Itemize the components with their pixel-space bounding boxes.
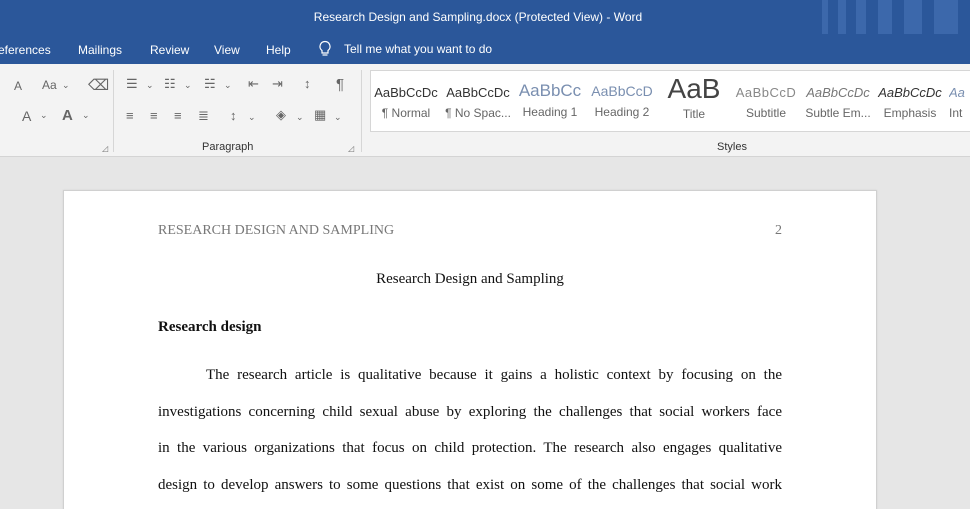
chevron-down-icon[interactable]: ⌄	[62, 80, 70, 91]
clear-formatting-icon[interactable]: ⌫	[88, 76, 109, 94]
lightbulb-icon	[319, 40, 331, 56]
ribbon: A Aa ⌄ ⌫ A ⌄ A ⌄ ◿ ☰ ⌄ ☷ ⌄ ☵ ⌄ ⇤ ⇥ ↕ ¶ ≡…	[0, 64, 970, 157]
document-page[interactable]: RESEARCH DESIGN AND SAMPLING 2 Research …	[63, 190, 877, 509]
justify-icon[interactable]: ≣	[198, 108, 209, 124]
numbering-icon[interactable]: ☷	[164, 76, 176, 92]
style-name: Int	[949, 106, 963, 120]
styles-gallery: AaBbCcDc ¶ Normal AaBbCcDc ¶ No Spac... …	[370, 70, 970, 132]
borders-icon[interactable]: ▦	[314, 107, 326, 123]
style-sample: AaB	[667, 75, 721, 104]
title-bar: Research Design and Sampling.docx (Prote…	[0, 0, 970, 34]
line-spacing-icon[interactable]: ↕	[230, 108, 237, 123]
style-subtle-emphasis[interactable]: AaBbCcDc Subtle Em...	[805, 75, 871, 129]
chevron-down-icon[interactable]: ⌄	[248, 112, 256, 123]
chevron-down-icon[interactable]: ⌄	[224, 80, 232, 91]
style-name: Heading 1	[522, 105, 578, 119]
style-name: Heading 2	[594, 105, 650, 119]
style-no-spacing[interactable]: AaBbCcDc ¶ No Spac...	[445, 75, 511, 129]
align-left-icon[interactable]: ≡	[126, 108, 134, 123]
style-title[interactable]: AaB Title	[661, 75, 727, 129]
group-separator	[113, 70, 114, 152]
body-line: design to develop answers to some questi…	[158, 477, 782, 493]
style-name: ¶ No Spac...	[445, 106, 511, 120]
style-name: Title	[682, 107, 706, 121]
document-area[interactable]: RESEARCH DESIGN AND SAMPLING 2 Research …	[0, 158, 970, 509]
chevron-down-icon[interactable]: ⌄	[296, 112, 304, 123]
chevron-down-icon[interactable]: ⌄	[82, 110, 90, 121]
style-name: ¶ Normal	[381, 106, 431, 120]
style-name: Emphasis	[883, 106, 937, 120]
tell-me-label: Tell me what you want to do	[344, 42, 493, 56]
body-line: investigations concerning child sexual a…	[158, 404, 782, 420]
style-sample: AaBbCcDc	[374, 85, 438, 100]
tab-view[interactable]: View	[214, 43, 240, 57]
styles-group-label: Styles	[717, 141, 747, 153]
tab-mailings[interactable]: Mailings	[78, 43, 122, 57]
style-normal[interactable]: AaBbCcDc ¶ Normal	[373, 75, 439, 129]
sort-icon[interactable]: ↕	[304, 76, 311, 91]
tell-me-search[interactable]: Tell me what you want to do	[318, 40, 492, 58]
show-marks-icon[interactable]: ¶	[336, 76, 344, 93]
style-sample: AaBbCcDc	[878, 85, 942, 100]
shrink-font-button[interactable]: A	[14, 79, 22, 93]
style-name: Subtle Em...	[805, 106, 871, 120]
paragraph-group-label: Paragraph	[202, 141, 254, 153]
chevron-down-icon[interactable]: ⌄	[146, 80, 154, 91]
align-center-icon[interactable]: ≡	[150, 108, 158, 123]
bullets-icon[interactable]: ☰	[126, 76, 138, 92]
change-case-button[interactable]: Aa	[42, 78, 57, 92]
increase-indent-icon[interactable]: ⇥	[272, 76, 283, 92]
document-title: Research Design and Sampling	[376, 271, 564, 287]
style-name: Subtitle	[745, 106, 787, 120]
style-subtitle[interactable]: AaBbCcD Subtitle	[733, 75, 799, 129]
text-effects-button[interactable]: A	[22, 108, 31, 124]
group-separator	[361, 70, 362, 152]
style-sample: Aa	[949, 85, 965, 100]
align-right-icon[interactable]: ≡	[174, 108, 182, 123]
style-sample: AaBbCc	[518, 81, 582, 100]
decrease-indent-icon[interactable]: ⇤	[248, 76, 259, 92]
page-number: 2	[775, 223, 782, 238]
chevron-down-icon[interactable]: ⌄	[184, 80, 192, 91]
style-sample: AaBbCcD	[735, 85, 797, 100]
style-emphasis[interactable]: AaBbCcDc Emphasis	[877, 75, 943, 129]
tab-references[interactable]: eferences	[0, 43, 51, 57]
body-line: The research article is qualitative beca…	[206, 367, 782, 383]
shading-icon[interactable]: ◈	[276, 107, 286, 123]
paragraph-dialog-launcher-icon[interactable]: ◿	[348, 144, 354, 153]
style-heading-2[interactable]: AaBbCcD Heading 2	[589, 75, 655, 129]
running-head: RESEARCH DESIGN AND SAMPLING	[158, 223, 395, 238]
style-sample: AaBbCcD	[591, 83, 653, 99]
ribbon-tabs: eferences Mailings Review View Help Tell…	[0, 34, 970, 64]
section-heading: Research design	[158, 319, 262, 335]
font-dialog-launcher-icon[interactable]: ◿	[102, 144, 108, 153]
window-title: Research Design and Sampling.docx (Prote…	[313, 10, 643, 24]
style-heading-1[interactable]: AaBbCc Heading 1	[517, 75, 583, 129]
font-color-button[interactable]: A	[62, 107, 73, 124]
multilevel-list-icon[interactable]: ☵	[204, 76, 216, 92]
style-sample: AaBbCcDc	[446, 85, 510, 100]
chevron-down-icon[interactable]: ⌄	[334, 112, 342, 123]
chevron-down-icon[interactable]: ⌄	[40, 110, 48, 121]
style-sample: AaBbCcDc	[806, 85, 870, 100]
tab-help[interactable]: Help	[266, 43, 291, 57]
tab-review[interactable]: Review	[150, 43, 189, 57]
style-intense-emphasis[interactable]: Aa Int	[949, 75, 970, 129]
body-line: in the various organizations that focus …	[158, 440, 782, 456]
